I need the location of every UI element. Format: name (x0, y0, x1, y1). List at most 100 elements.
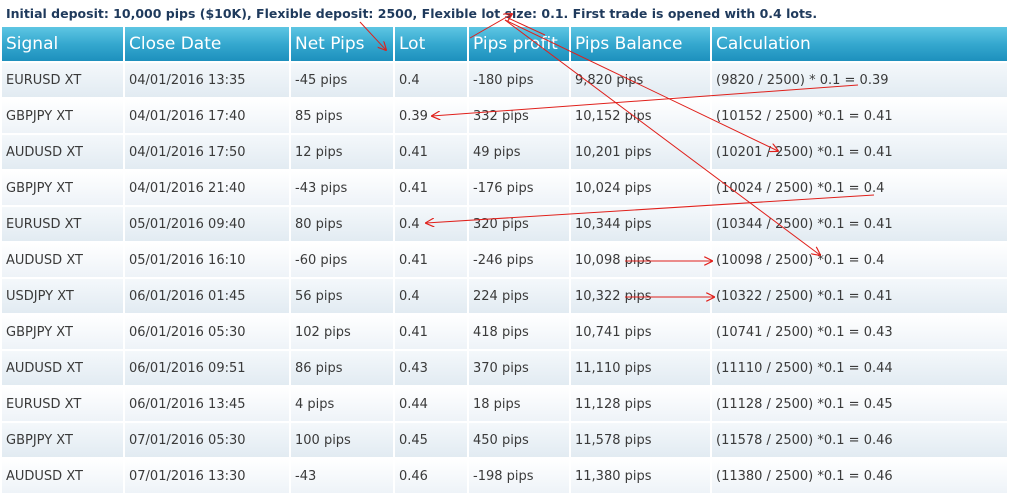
cell-signal: USDJPY XT (2, 277, 125, 314)
cell-close-date: 04/01/2016 13:35 (124, 61, 291, 98)
cell-calculation: (9820 / 2500) * 0.1 = 0.39 (711, 61, 1009, 98)
cell-lot: 0.4 (394, 277, 469, 314)
cell-calculation: (10322 / 2500) *0.1 = 0.41 (711, 277, 1009, 314)
table-row: EURUSD XT 05/01/2016 09:40 80 pips 0.4 320 p… (2, 205, 1009, 242)
cell-pips-profit: -246 pips (468, 241, 571, 278)
cell-signal: AUDUSD XT (2, 133, 125, 170)
cell-pips-profit: 370 pips (468, 349, 571, 386)
cell-net-pips: 86 pips (290, 349, 395, 386)
cell-lot: 0.41 (394, 241, 469, 278)
cell-pips-balance: 10,344 pips (570, 205, 712, 242)
table-row: USDJPY XT 06/01/2016 01:45 56 pips 0.4 224 p… (2, 277, 1009, 314)
cell-calculation: (10741 / 2500) *0.1 = 0.43 (711, 313, 1009, 350)
cell-signal: GBPJPY XT (2, 97, 125, 134)
cell-net-pips: -45 pips (290, 61, 395, 98)
cell-calculation: (10152 / 2500) *0.1 = 0.41 (711, 97, 1009, 134)
cell-pips-profit: -198 pips (468, 457, 571, 493)
cell-calculation: (10098 / 2500) *0.1 = 0.4 (711, 241, 1009, 278)
cell-pips-profit: -180 pips (468, 61, 571, 98)
cell-calculation: (11110 / 2500) *0.1 = 0.44 (711, 349, 1009, 386)
cell-pips-balance: 11,110 pips (570, 349, 712, 386)
cell-net-pips: 4 pips (290, 385, 395, 422)
cell-pips-profit: -176 pips (468, 169, 571, 206)
cell-lot: 0.44 (394, 385, 469, 422)
cell-net-pips: 12 pips (290, 133, 395, 170)
cell-net-pips: -43 (290, 457, 395, 493)
header-signal: Signal (2, 27, 125, 62)
cell-pips-balance: 11,380 pips (570, 457, 712, 493)
header-calculation: Calculation (711, 27, 1009, 62)
cell-net-pips: -43 pips (290, 169, 395, 206)
cell-signal: AUDUSD XT (2, 457, 125, 493)
table-row: AUDUSD XT 07/01/2016 13:30 -43 0.46 -198 pip… (2, 457, 1009, 493)
cell-net-pips: 85 pips (290, 97, 395, 134)
cell-close-date: 06/01/2016 05:30 (124, 313, 291, 350)
cell-lot: 0.41 (394, 133, 469, 170)
cell-lot: 0.39 (394, 97, 469, 134)
cell-signal: AUDUSD XT (2, 241, 125, 278)
cell-lot: 0.45 (394, 421, 469, 458)
cell-lot: 0.43 (394, 349, 469, 386)
cell-pips-balance: 10,201 pips (570, 133, 712, 170)
table-row: GBPJPY XT 04/01/2016 21:40 -43 pips 0.41 -17… (2, 169, 1009, 206)
table-row: GBPJPY XT 07/01/2016 05:30 100 pips 0.45 450… (2, 421, 1009, 458)
table-row: AUDUSD XT 04/01/2016 17:50 12 pips 0.41 49 p… (2, 133, 1009, 170)
cell-close-date: 06/01/2016 09:51 (124, 349, 291, 386)
table-row: AUDUSD XT 05/01/2016 16:10 -60 pips 0.41 -24… (2, 241, 1009, 278)
cell-pips-profit: 418 pips (468, 313, 571, 350)
cell-pips-balance: 10,024 pips (570, 169, 712, 206)
cell-pips-balance: 9,820 pips (570, 61, 712, 98)
cell-pips-balance: 11,128 pips (570, 385, 712, 422)
cell-close-date: 06/01/2016 01:45 (124, 277, 291, 314)
cell-lot: 0.4 (394, 205, 469, 242)
cell-close-date: 06/01/2016 13:45 (124, 385, 291, 422)
cell-signal: EURUSD XT (2, 61, 125, 98)
cell-close-date: 04/01/2016 17:50 (124, 133, 291, 170)
cell-calculation: (10024 / 2500) *0.1 = 0.4 (711, 169, 1009, 206)
cell-pips-profit: 450 pips (468, 421, 571, 458)
cell-signal: AUDUSD XT (2, 349, 125, 386)
cell-net-pips: 80 pips (290, 205, 395, 242)
cell-net-pips: 102 pips (290, 313, 395, 350)
header-pips-balance: Pips Balance (570, 27, 712, 62)
cell-pips-profit: 320 pips (468, 205, 571, 242)
cell-signal: EURUSD XT (2, 205, 125, 242)
header-net-pips: Net Pips (290, 27, 395, 62)
cell-signal: EURUSD XT (2, 385, 125, 422)
cell-signal: GBPJPY XT (2, 421, 125, 458)
cell-pips-balance: 10,322 pips (570, 277, 712, 314)
table-row: AUDUSD XT 06/01/2016 09:51 86 pips 0.43 370 … (2, 349, 1009, 386)
cell-lot: 0.4 (394, 61, 469, 98)
cell-pips-profit: 49 pips (468, 133, 571, 170)
cell-net-pips: 100 pips (290, 421, 395, 458)
cell-pips-balance: 10,152 pips (570, 97, 712, 134)
cell-lot: 0.46 (394, 457, 469, 493)
cell-signal: GBPJPY XT (2, 313, 125, 350)
cell-calculation: (11380 / 2500) *0.1 = 0.46 (711, 457, 1009, 493)
table-row: GBPJPY XT 06/01/2016 05:30 102 pips 0.41 418… (2, 313, 1009, 350)
cell-close-date: 05/01/2016 09:40 (124, 205, 291, 242)
cell-close-date: 04/01/2016 21:40 (124, 169, 291, 206)
table-row: GBPJPY XT 04/01/2016 17:40 85 pips 0.39 332 … (2, 97, 1009, 134)
cell-net-pips: -60 pips (290, 241, 395, 278)
cell-lot: 0.41 (394, 313, 469, 350)
cell-pips-profit: 18 pips (468, 385, 571, 422)
cell-calculation: (11578 / 2500) *0.1 = 0.46 (711, 421, 1009, 458)
cell-close-date: 07/01/2016 05:30 (124, 421, 291, 458)
cell-pips-balance: 11,578 pips (570, 421, 712, 458)
caption: Initial deposit: 10,000 pips ($10K), Fle… (6, 6, 818, 21)
cell-close-date: 04/01/2016 17:40 (124, 97, 291, 134)
cell-pips-profit: 332 pips (468, 97, 571, 134)
cell-lot: 0.41 (394, 169, 469, 206)
cell-pips-balance: 10,741 pips (570, 313, 712, 350)
cell-calculation: (11128 / 2500) *0.1 = 0.45 (711, 385, 1009, 422)
cell-calculation: (10344 / 2500) *0.1 = 0.41 (711, 205, 1009, 242)
header-close-date: Close Date (124, 27, 291, 62)
header-lot: Lot (394, 27, 469, 62)
cell-calculation: (10201 / 2500) *0.1 = 0.41 (711, 133, 1009, 170)
table-row: EURUSD XT 06/01/2016 13:45 4 pips 0.44 18 pi… (2, 385, 1009, 422)
header-pips-profit: Pips profit (468, 27, 571, 62)
cell-net-pips: 56 pips (290, 277, 395, 314)
cell-close-date: 07/01/2016 13:30 (124, 457, 291, 493)
cell-pips-profit: 224 pips (468, 277, 571, 314)
